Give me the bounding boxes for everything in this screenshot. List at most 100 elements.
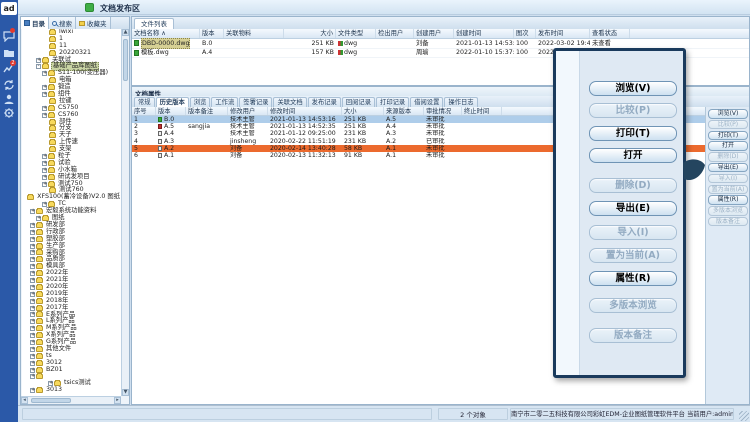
action-button-浏览V[interactable]: 浏览(V): [708, 109, 748, 119]
expand-plus-icon[interactable]: +: [30, 312, 35, 317]
expand-plus-icon[interactable]: +: [30, 230, 35, 235]
expand-plus-icon[interactable]: +: [30, 271, 35, 276]
expand-plus-icon[interactable]: +: [30, 209, 35, 214]
tree-item[interactable]: 电箱: [22, 77, 121, 84]
expand-plus-icon[interactable]: +: [30, 326, 35, 331]
tree-item[interactable]: XFS100(蓄冷设备)V2.0 图纸: [22, 194, 121, 201]
tree-item[interactable]: +锻造: [22, 84, 121, 91]
expand-plus-icon[interactable]: +: [36, 58, 41, 63]
expand-plus-icon[interactable]: +: [30, 388, 35, 393]
tab-search[interactable]: 搜索: [49, 17, 76, 29]
expand-plus-icon[interactable]: +: [30, 368, 35, 373]
tree-horizontal-scrollbar[interactable]: ◂ ▸: [21, 396, 121, 404]
expand-plus-icon[interactable]: +: [30, 361, 35, 366]
expand-plus-icon[interactable]: +: [30, 237, 35, 242]
expand-plus-icon[interactable]: +: [30, 223, 35, 228]
action-button-打印T[interactable]: 打印(T): [708, 131, 748, 141]
tab-properties[interactable]: 回阅记录: [342, 97, 375, 107]
menu-button-导出E[interactable]: 导出(E): [589, 201, 677, 216]
tree-item[interactable]: lwixi: [22, 29, 121, 36]
column-header[interactable]: 大小: [284, 29, 336, 38]
column-header[interactable]: 序号: [132, 107, 156, 115]
tab-history-version-selected[interactable]: 历史版本: [156, 97, 189, 107]
expand-plus-icon[interactable]: +: [36, 216, 41, 221]
chat-icon[interactable]: [3, 30, 15, 42]
expand-plus-icon[interactable]: +: [30, 374, 35, 379]
user-icon[interactable]: [3, 93, 15, 105]
expand-plus-icon[interactable]: +: [30, 244, 35, 249]
column-header[interactable]: 创建用户: [414, 29, 454, 38]
tab-properties[interactable]: 常规: [134, 97, 155, 107]
expand-plus-icon[interactable]: +: [30, 257, 35, 262]
tree-item[interactable]: +3013: [22, 387, 121, 394]
tree-item[interactable]: +宏毅系统功能资料: [22, 208, 121, 215]
tree-item[interactable]: 支架: [22, 146, 121, 153]
column-header[interactable]: 大小: [342, 107, 384, 115]
tab-properties[interactable]: 打印记录: [376, 97, 409, 107]
tab-favorites[interactable]: 收藏夹: [76, 17, 111, 29]
expand-plus-icon[interactable]: +: [42, 113, 47, 118]
chart-icon[interactable]: 2: [3, 62, 15, 74]
tab-directory[interactable]: 目录: [21, 17, 49, 29]
expand-plus-icon[interactable]: +: [42, 106, 47, 111]
expand-plus-icon[interactable]: +: [42, 85, 47, 90]
column-header[interactable]: 修改用户: [228, 107, 268, 115]
column-header[interactable]: 来源版本: [384, 107, 424, 115]
scroll-down-arrow[interactable]: ▼: [122, 389, 129, 396]
tab-properties[interactable]: 工作流: [211, 97, 238, 107]
resize-grip[interactable]: [739, 411, 749, 421]
expand-plus-icon[interactable]: +: [30, 333, 35, 338]
column-header[interactable]: 版本备注: [186, 107, 228, 115]
expand-plus-icon[interactable]: +: [42, 161, 47, 166]
tree-vertical-scrollbar[interactable]: ▲ ▼: [121, 29, 129, 396]
column-header[interactable]: 创建时间: [454, 29, 514, 38]
column-header[interactable]: 检出用户: [376, 29, 414, 38]
scroll-right-arrow[interactable]: ▸: [114, 397, 121, 404]
tree-vscroll-thumb[interactable]: [123, 39, 128, 81]
expand-plus-icon[interactable]: +: [42, 154, 47, 159]
menu-button-打印T[interactable]: 打印(T): [589, 126, 677, 141]
expand-plus-icon[interactable]: +: [30, 306, 35, 311]
collapse-minus-icon[interactable]: -: [36, 64, 41, 69]
column-header[interactable]: 版本: [156, 107, 186, 115]
expand-plus-icon[interactable]: +: [30, 285, 35, 290]
tab-file-list[interactable]: 文件列表: [134, 18, 174, 29]
tab-properties[interactable]: 操作日志: [444, 97, 477, 107]
column-header[interactable]: 审批情况: [424, 107, 462, 115]
tree-hscroll-thumb[interactable]: [31, 398, 71, 403]
expand-plus-icon[interactable]: +: [42, 175, 47, 180]
expand-plus-icon[interactable]: +: [30, 264, 35, 269]
folder-icon[interactable]: [3, 47, 15, 59]
tree-item[interactable]: +粒子: [22, 153, 121, 160]
expand-plus-icon[interactable]: +: [30, 347, 35, 352]
column-header[interactable]: 发布时间: [536, 29, 590, 38]
expand-plus-icon[interactable]: +: [42, 168, 47, 173]
tab-properties[interactable]: 浏览: [190, 97, 211, 107]
expand-plus-icon[interactable]: +: [30, 354, 35, 359]
tree-item[interactable]: 20220321: [22, 50, 121, 57]
tree-item[interactable]: 1: [22, 36, 121, 43]
expand-plus-icon[interactable]: +: [42, 71, 47, 76]
tab-properties[interactable]: 签署记录: [239, 97, 272, 107]
tab-properties[interactable]: 借阅设置: [410, 97, 443, 107]
expand-plus-icon[interactable]: +: [30, 292, 35, 297]
gear-icon[interactable]: [3, 107, 15, 119]
action-button-属性R[interactable]: 属性(R): [708, 195, 748, 205]
scroll-left-arrow[interactable]: ◂: [21, 397, 28, 404]
menu-button-打开[interactable]: 打开: [589, 148, 677, 163]
column-header[interactable]: 图次: [514, 29, 536, 38]
expand-plus-icon[interactable]: +: [30, 278, 35, 283]
column-header[interactable]: 文件类型: [336, 29, 376, 38]
expand-plus-icon[interactable]: +: [30, 319, 35, 324]
tab-properties[interactable]: 发布记录: [308, 97, 341, 107]
expand-plus-icon[interactable]: +: [42, 92, 47, 97]
column-header[interactable]: 版本: [200, 29, 224, 38]
column-header[interactable]: 关联物料: [224, 29, 284, 38]
expand-plus-icon[interactable]: +: [30, 340, 35, 345]
expand-plus-icon[interactable]: +: [42, 182, 47, 187]
column-header[interactable]: 修改时间: [268, 107, 342, 115]
action-button-打开[interactable]: 打开: [708, 141, 748, 151]
column-header[interactable]: 终止时间: [462, 107, 502, 115]
column-header[interactable]: 查看状态: [590, 29, 630, 38]
menu-button-浏览V[interactable]: 浏览(V): [589, 81, 677, 96]
